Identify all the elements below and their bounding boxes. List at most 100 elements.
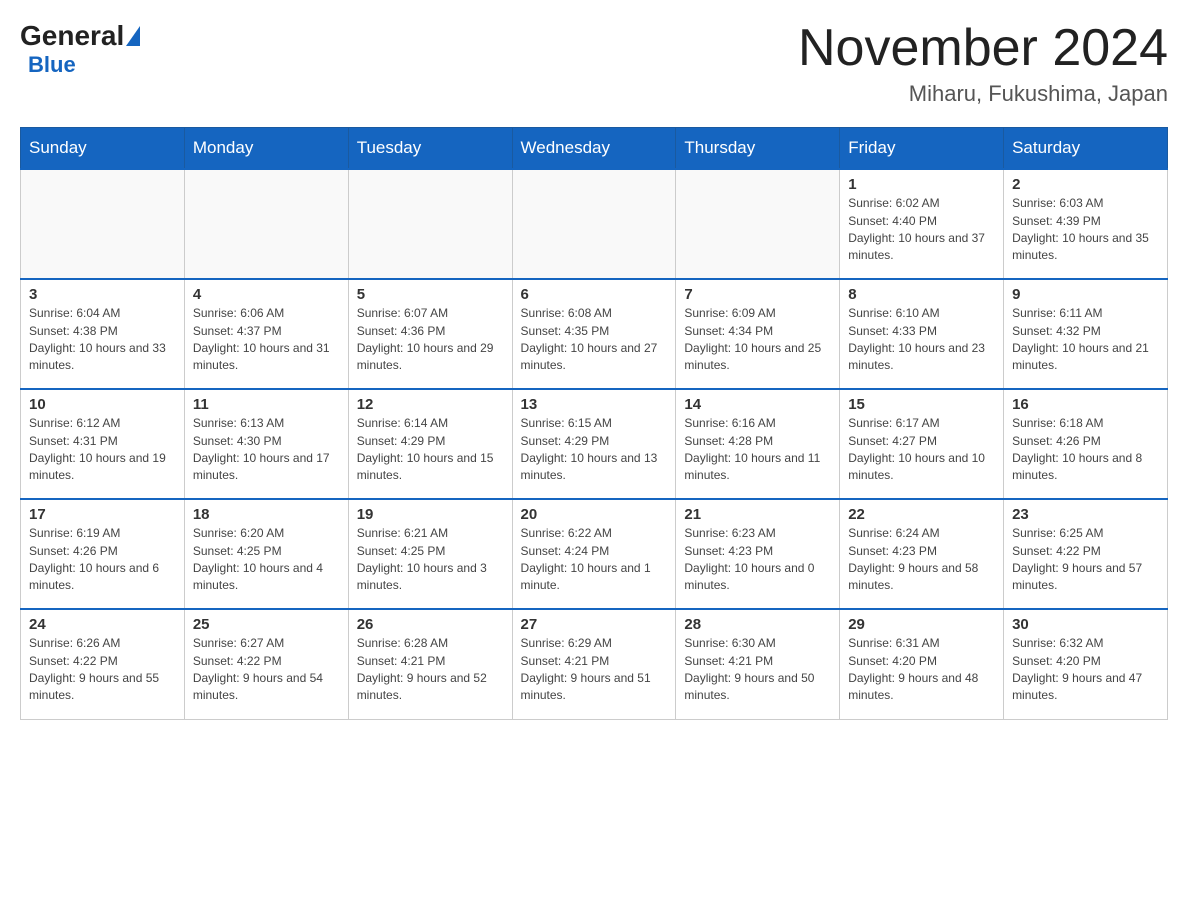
day-info: Sunrise: 6:07 AMSunset: 4:36 PMDaylight:… <box>357 305 504 375</box>
calendar-cell-9: 9 Sunrise: 6:11 AMSunset: 4:32 PMDaylight… <box>1004 279 1168 389</box>
day-number: 25 <box>193 616 340 633</box>
day-info: Sunrise: 6:09 AMSunset: 4:34 PMDaylight:… <box>684 305 831 375</box>
day-info: Sunrise: 6:08 AMSunset: 4:35 PMDaylight:… <box>521 305 668 375</box>
day-number: 21 <box>684 506 831 523</box>
day-number: 18 <box>193 506 340 523</box>
day-info: Sunrise: 6:16 AMSunset: 4:28 PMDaylight:… <box>684 415 831 485</box>
week-row-5: 24Sunrise: 6:26 AMSunset: 4:22 PMDayligh… <box>21 609 1168 719</box>
weekday-header-tuesday: Tuesday <box>348 128 512 170</box>
day-number: 19 <box>357 506 504 523</box>
logo-triangle-icon <box>126 26 140 46</box>
day-number: 12 <box>357 396 504 413</box>
day-number: 28 <box>684 616 831 633</box>
calendar-cell-12: 12 Sunrise: 6:14 AMSunset: 4:29 PMDayligh… <box>348 389 512 499</box>
weekday-header-wednesday: Wednesday <box>512 128 676 170</box>
day-info: Sunrise: 6:24 AMSunset: 4:23 PMDaylight:… <box>848 525 995 595</box>
day-number: 5 <box>357 286 504 303</box>
day-info: Sunrise: 6:19 AMSunset: 4:26 PMDaylight:… <box>29 525 176 595</box>
week-row-4: 17 Sunrise: 6:19 AMSunset: 4:26 PMDayligh… <box>21 499 1168 609</box>
day-info: Sunrise: 6:13 AMSunset: 4:30 PMDaylight:… <box>193 415 340 485</box>
title-section: November 2024 Miharu, Fukushima, Japan <box>798 20 1168 107</box>
day-number: 6 <box>521 286 668 303</box>
day-number: 26 <box>357 616 504 633</box>
month-title: November 2024 <box>798 20 1168 77</box>
day-number: 13 <box>521 396 668 413</box>
calendar-cell-22: 22 Sunrise: 6:24 AMSunset: 4:23 PMDayligh… <box>840 499 1004 609</box>
calendar-cell-empty-0-1 <box>184 169 348 279</box>
day-info: Sunrise: 6:15 AMSunset: 4:29 PMDaylight:… <box>521 415 668 485</box>
day-number: 1 <box>848 176 995 193</box>
day-info: Sunrise: 6:04 AMSunset: 4:38 PMDaylight:… <box>29 305 176 375</box>
day-info: Sunrise: 6:30 AMSunset: 4:21 PMDaylight:… <box>684 635 831 705</box>
day-info: Sunrise: 6:10 AMSunset: 4:33 PMDaylight:… <box>848 305 995 375</box>
calendar-cell-10: 10Sunrise: 6:12 AMSunset: 4:31 PMDayligh… <box>21 389 185 499</box>
day-number: 23 <box>1012 506 1159 523</box>
calendar-cell-2: 2 Sunrise: 6:03 AMSunset: 4:39 PMDaylight… <box>1004 169 1168 279</box>
calendar-cell-21: 21 Sunrise: 6:23 AMSunset: 4:23 PMDayligh… <box>676 499 840 609</box>
weekday-header-friday: Friday <box>840 128 1004 170</box>
calendar-cell-empty-0-2 <box>348 169 512 279</box>
day-info: Sunrise: 6:28 AMSunset: 4:21 PMDaylight:… <box>357 635 504 705</box>
calendar-cell-8: 8 Sunrise: 6:10 AMSunset: 4:33 PMDaylight… <box>840 279 1004 389</box>
day-number: 17 <box>29 506 176 523</box>
calendar-cell-4: 4 Sunrise: 6:06 AMSunset: 4:37 PMDaylight… <box>184 279 348 389</box>
calendar-cell-26: 26 Sunrise: 6:28 AMSunset: 4:21 PMDayligh… <box>348 609 512 719</box>
calendar-cell-7: 7 Sunrise: 6:09 AMSunset: 4:34 PMDaylight… <box>676 279 840 389</box>
day-info: Sunrise: 6:11 AMSunset: 4:32 PMDaylight:… <box>1012 305 1159 375</box>
week-row-2: 3 Sunrise: 6:04 AMSunset: 4:38 PMDaylight… <box>21 279 1168 389</box>
weekday-header-saturday: Saturday <box>1004 128 1168 170</box>
calendar-cell-27: 27Sunrise: 6:29 AMSunset: 4:21 PMDayligh… <box>512 609 676 719</box>
day-info: Sunrise: 6:31 AMSunset: 4:20 PMDaylight:… <box>848 635 995 705</box>
day-number: 29 <box>848 616 995 633</box>
location-title: Miharu, Fukushima, Japan <box>798 81 1168 107</box>
day-number: 9 <box>1012 286 1159 303</box>
day-info: Sunrise: 6:23 AMSunset: 4:23 PMDaylight:… <box>684 525 831 595</box>
logo-general-text: General <box>20 20 140 52</box>
calendar-cell-13: 13 Sunrise: 6:15 AMSunset: 4:29 PMDayligh… <box>512 389 676 499</box>
calendar-cell-25: 25 Sunrise: 6:27 AMSunset: 4:22 PMDayligh… <box>184 609 348 719</box>
calendar-cell-14: 14Sunrise: 6:16 AMSunset: 4:28 PMDayligh… <box>676 389 840 499</box>
calendar-cell-24: 24Sunrise: 6:26 AMSunset: 4:22 PMDayligh… <box>21 609 185 719</box>
day-number: 7 <box>684 286 831 303</box>
day-info: Sunrise: 6:14 AMSunset: 4:29 PMDaylight:… <box>357 415 504 485</box>
day-info: Sunrise: 6:26 AMSunset: 4:22 PMDaylight:… <box>29 635 176 705</box>
logo-general-word: General <box>20 20 124 52</box>
day-info: Sunrise: 6:32 AMSunset: 4:20 PMDaylight:… <box>1012 635 1159 705</box>
day-info: Sunrise: 6:21 AMSunset: 4:25 PMDaylight:… <box>357 525 504 595</box>
day-number: 16 <box>1012 396 1159 413</box>
day-number: 30 <box>1012 616 1159 633</box>
day-info: Sunrise: 6:27 AMSunset: 4:22 PMDaylight:… <box>193 635 340 705</box>
calendar-cell-17: 17 Sunrise: 6:19 AMSunset: 4:26 PMDayligh… <box>21 499 185 609</box>
calendar-cell-16: 16Sunrise: 6:18 AMSunset: 4:26 PMDayligh… <box>1004 389 1168 499</box>
day-info: Sunrise: 6:22 AMSunset: 4:24 PMDaylight:… <box>521 525 668 595</box>
day-info: Sunrise: 6:20 AMSunset: 4:25 PMDaylight:… <box>193 525 340 595</box>
week-row-1: 1 Sunrise: 6:02 AMSunset: 4:40 PMDaylight… <box>21 169 1168 279</box>
weekday-header-row: SundayMondayTuesdayWednesdayThursdayFrid… <box>21 128 1168 170</box>
calendar-table: SundayMondayTuesdayWednesdayThursdayFrid… <box>20 127 1168 720</box>
day-number: 4 <box>193 286 340 303</box>
logo: General Blue <box>20 20 140 78</box>
day-info: Sunrise: 6:06 AMSunset: 4:37 PMDaylight:… <box>193 305 340 375</box>
day-number: 8 <box>848 286 995 303</box>
calendar-cell-29: 29 Sunrise: 6:31 AMSunset: 4:20 PMDayligh… <box>840 609 1004 719</box>
weekday-header-thursday: Thursday <box>676 128 840 170</box>
day-info: Sunrise: 6:03 AMSunset: 4:39 PMDaylight:… <box>1012 195 1159 265</box>
weekday-header-sunday: Sunday <box>21 128 185 170</box>
calendar-cell-empty-0-0 <box>21 169 185 279</box>
calendar-cell-5: 5 Sunrise: 6:07 AMSunset: 4:36 PMDaylight… <box>348 279 512 389</box>
day-number: 11 <box>193 396 340 413</box>
calendar-cell-1: 1 Sunrise: 6:02 AMSunset: 4:40 PMDaylight… <box>840 169 1004 279</box>
day-number: 27 <box>521 616 668 633</box>
logo-blue-text: Blue <box>28 52 76 78</box>
calendar-cell-3: 3 Sunrise: 6:04 AMSunset: 4:38 PMDaylight… <box>21 279 185 389</box>
calendar-cell-empty-0-3 <box>512 169 676 279</box>
day-info: Sunrise: 6:02 AMSunset: 4:40 PMDaylight:… <box>848 195 995 265</box>
calendar-cell-empty-0-4 <box>676 169 840 279</box>
calendar-cell-20: 20Sunrise: 6:22 AMSunset: 4:24 PMDayligh… <box>512 499 676 609</box>
day-info: Sunrise: 6:17 AMSunset: 4:27 PMDaylight:… <box>848 415 995 485</box>
calendar-cell-11: 11 Sunrise: 6:13 AMSunset: 4:30 PMDayligh… <box>184 389 348 499</box>
day-number: 22 <box>848 506 995 523</box>
day-number: 2 <box>1012 176 1159 193</box>
day-number: 10 <box>29 396 176 413</box>
day-number: 3 <box>29 286 176 303</box>
